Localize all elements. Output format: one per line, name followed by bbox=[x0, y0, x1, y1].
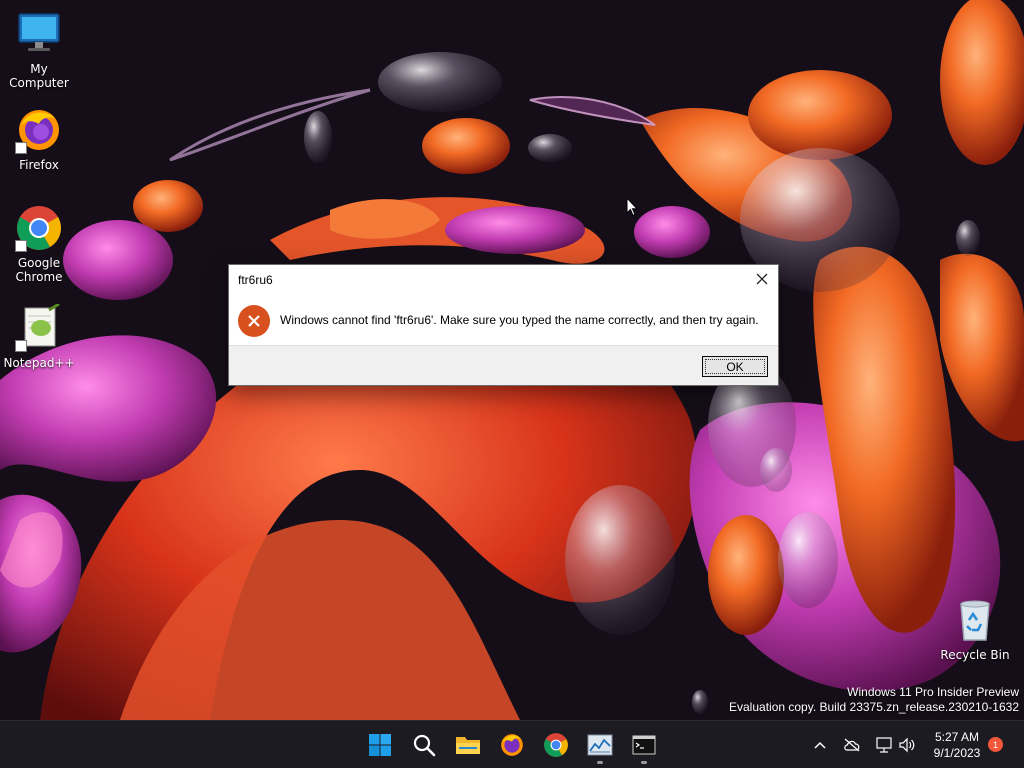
watermark-build: Evaluation copy. Build 23375.zn_release.… bbox=[729, 700, 1019, 714]
desktop-icon-label: My Computer bbox=[9, 62, 69, 90]
folder-icon bbox=[456, 737, 480, 754]
taskbar: 5:27 AM 9/1/2023 1 bbox=[0, 720, 1024, 768]
running-indicator bbox=[597, 761, 603, 764]
desktop-icon-google-chrome[interactable]: Google Chrome bbox=[1, 204, 77, 284]
dialog-titlebar[interactable]: ftr6ru6 bbox=[229, 265, 778, 295]
error-icon bbox=[238, 305, 270, 337]
taskbar-terminal[interactable] bbox=[624, 725, 664, 765]
task-manager-icon bbox=[587, 734, 613, 756]
tray-onedrive[interactable] bbox=[840, 733, 864, 757]
taskbar-firefox[interactable] bbox=[492, 725, 532, 765]
mouse-cursor-icon bbox=[626, 197, 638, 217]
taskbar-chrome[interactable] bbox=[536, 725, 576, 765]
running-indicator bbox=[641, 761, 647, 764]
desktop-icon-label: Google Chrome bbox=[15, 256, 63, 284]
firefox-icon bbox=[501, 734, 523, 756]
desktop-icon-label: Recycle Bin bbox=[940, 648, 1010, 662]
desktop-icon-label: Firefox bbox=[19, 158, 59, 172]
monitor-icon bbox=[15, 10, 63, 58]
tray-network[interactable] bbox=[872, 733, 896, 757]
taskbar-file-explorer[interactable] bbox=[448, 725, 488, 765]
cloud-offline-icon bbox=[844, 738, 860, 752]
clock-date: 9/1/2023 bbox=[933, 746, 981, 760]
notepadpp-icon bbox=[15, 302, 63, 352]
dialog-message: Windows cannot find 'ftr6ru6'. Make sure… bbox=[280, 313, 759, 327]
desktop-icon-my-computer[interactable]: My Computer bbox=[1, 10, 77, 90]
show-hidden-icons-button[interactable] bbox=[808, 733, 832, 757]
shortcut-arrow-icon bbox=[15, 142, 27, 154]
desktop-icon-firefox[interactable]: Firefox bbox=[1, 106, 77, 172]
evaluation-watermark: Windows 11 Pro Insider Preview Evaluatio… bbox=[729, 685, 1019, 715]
search-icon bbox=[413, 734, 436, 757]
clock-time: 5:27 AM bbox=[934, 730, 980, 744]
desktop-icon-label: Notepad++ bbox=[3, 356, 75, 370]
shortcut-arrow-icon bbox=[15, 240, 27, 252]
notification-badge[interactable]: 1 bbox=[988, 737, 1003, 752]
network-icon bbox=[876, 737, 892, 753]
taskbar-start-button[interactable] bbox=[360, 725, 400, 765]
dialog-title: ftr6ru6 bbox=[238, 273, 273, 287]
chevron-up-icon bbox=[814, 741, 826, 749]
dialog-body: Windows cannot find 'ftr6ru6'. Make sure… bbox=[229, 295, 778, 347]
shortcut-arrow-icon bbox=[15, 340, 27, 352]
close-button[interactable] bbox=[746, 265, 778, 293]
taskbar-task-manager[interactable] bbox=[580, 725, 620, 765]
windows-start-icon bbox=[369, 734, 391, 756]
desktop-icon-recycle-bin[interactable]: Recycle Bin bbox=[937, 596, 1013, 662]
desktop-icon-notepadpp[interactable]: Notepad++ bbox=[1, 302, 77, 370]
error-dialog: ftr6ru6 Windows cannot find 'ftr6ru6'. M… bbox=[228, 264, 779, 386]
terminal-icon bbox=[632, 735, 656, 755]
taskbar-clock[interactable]: 5:27 AM 9/1/2023 bbox=[928, 729, 986, 761]
watermark-edition: Windows 11 Pro Insider Preview bbox=[847, 685, 1019, 699]
close-icon bbox=[756, 273, 768, 285]
tray-volume[interactable] bbox=[895, 733, 919, 757]
dialog-footer: OK bbox=[229, 345, 778, 385]
taskbar-search-button[interactable] bbox=[404, 725, 444, 765]
chrome-icon bbox=[544, 733, 568, 757]
volume-icon bbox=[899, 737, 915, 753]
recycle-bin-icon bbox=[951, 596, 999, 644]
ok-button[interactable]: OK bbox=[702, 356, 768, 377]
chrome-icon bbox=[15, 204, 63, 252]
firefox-icon bbox=[15, 106, 63, 154]
